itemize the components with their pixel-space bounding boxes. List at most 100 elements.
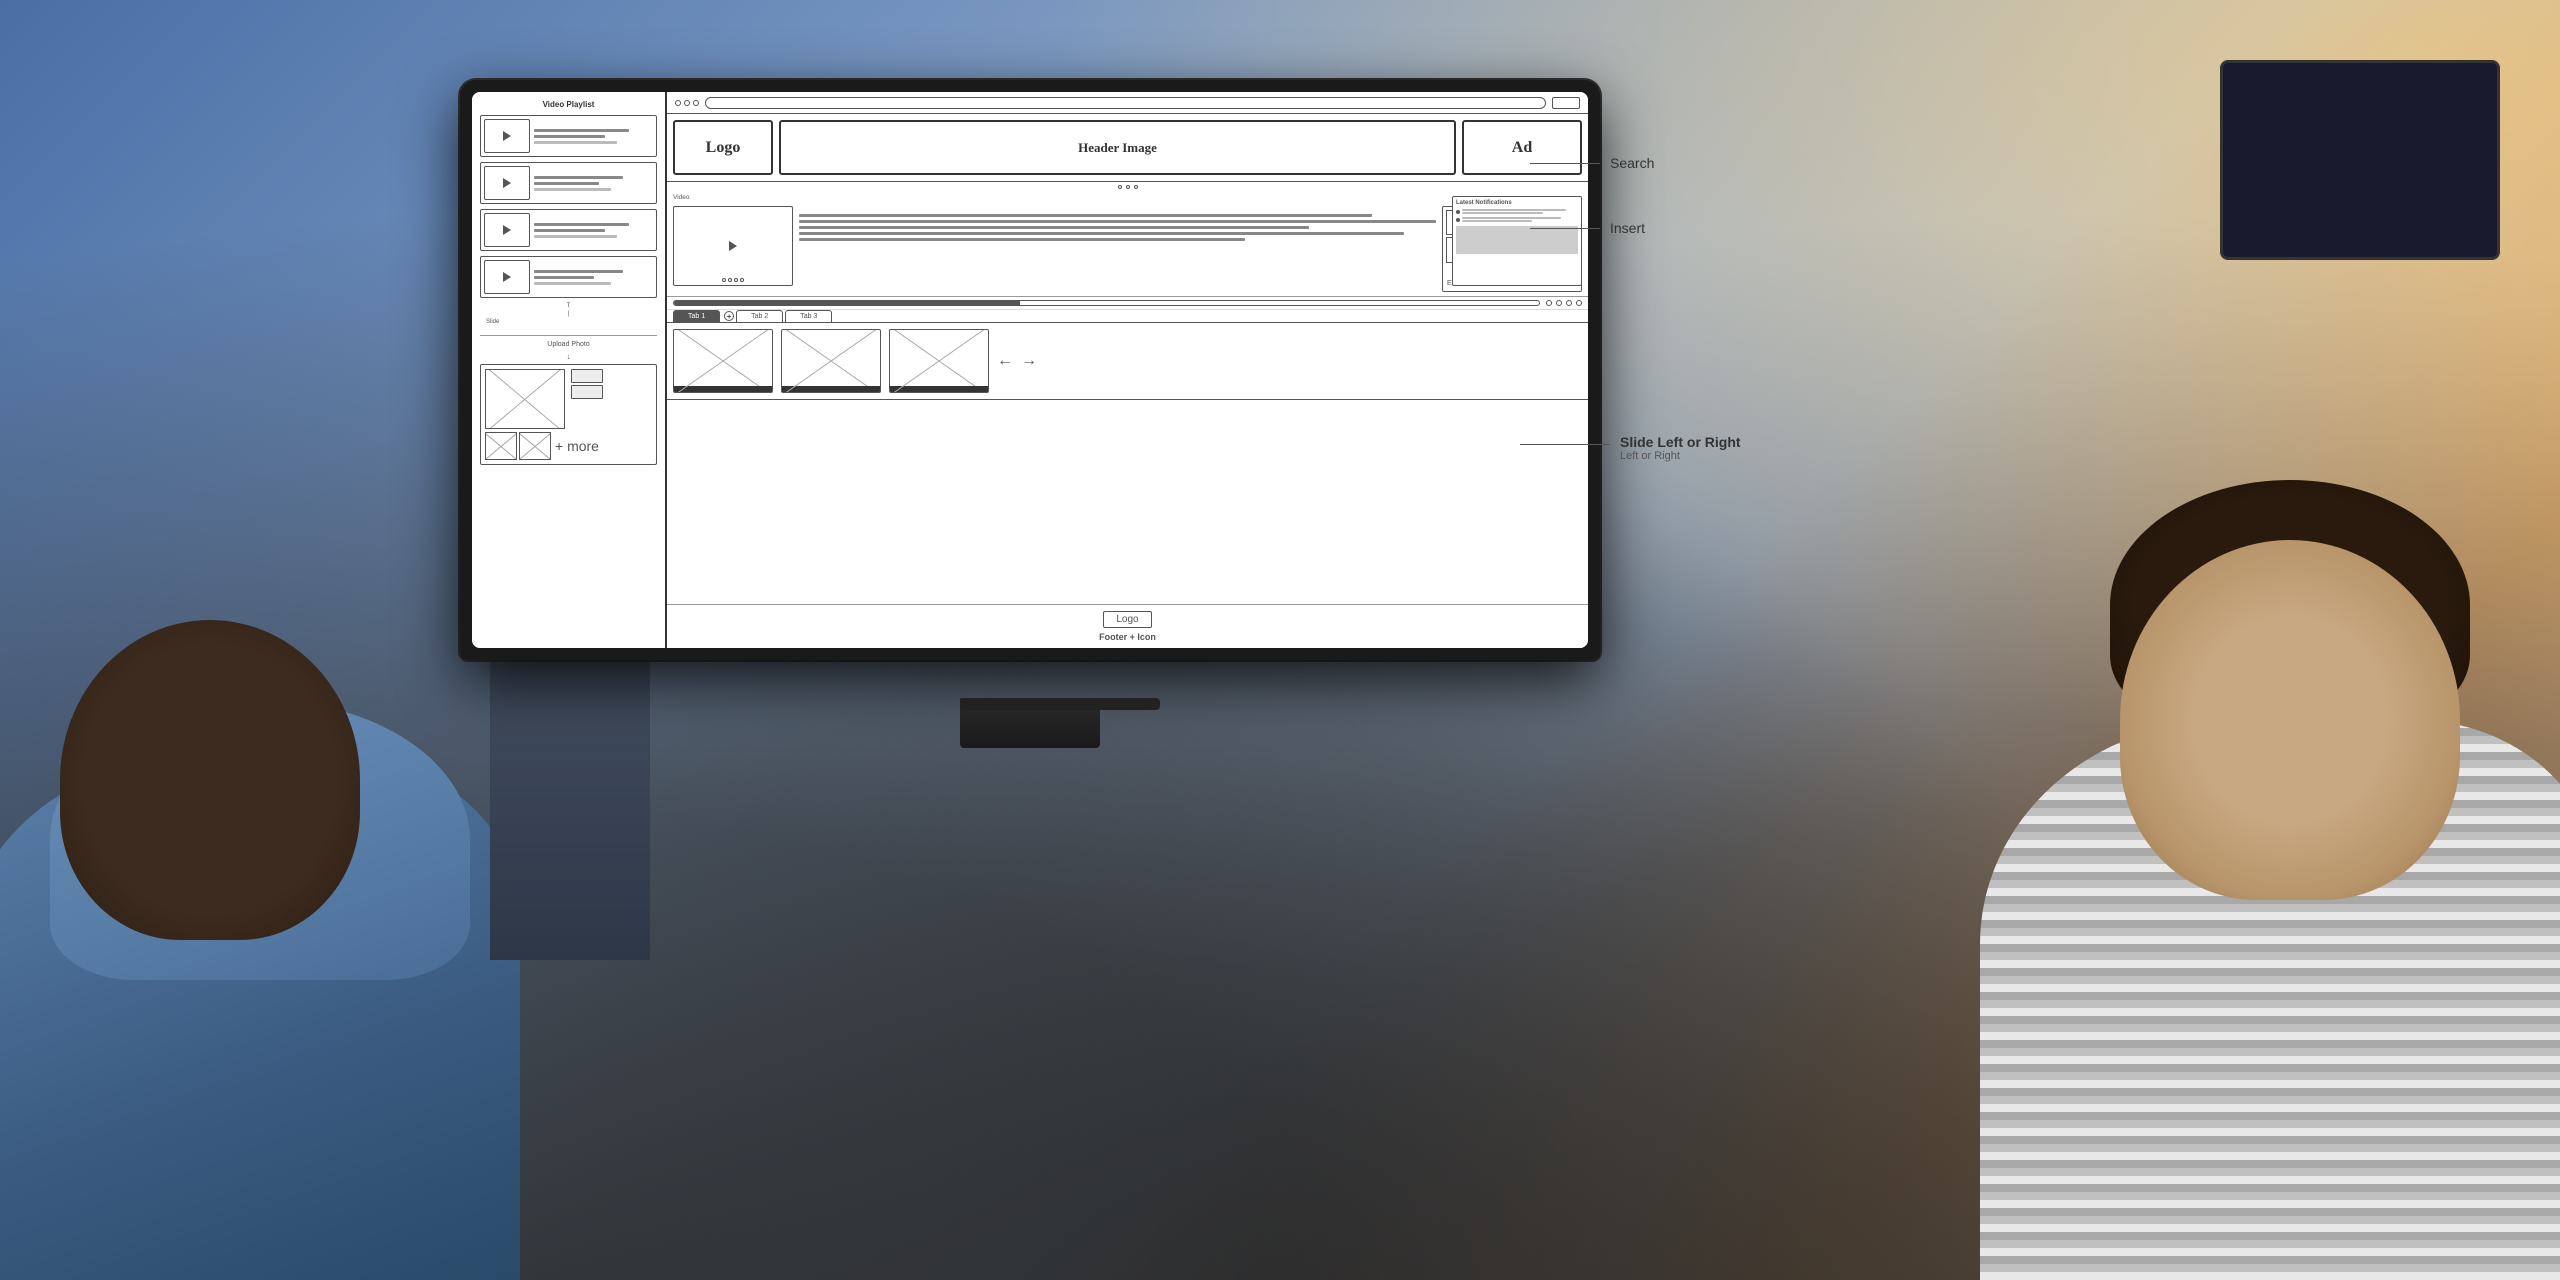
nav-dot[interactable] xyxy=(1566,300,1572,306)
browser-search-button[interactable] xyxy=(1552,97,1580,109)
carousel-dot[interactable] xyxy=(1126,185,1130,189)
upload-more-label[interactable]: + more xyxy=(555,438,599,454)
upload-thumb xyxy=(519,432,551,460)
video-thumbnail xyxy=(484,119,530,153)
browser-dots xyxy=(675,100,699,106)
upload-side-btn[interactable] xyxy=(571,385,603,399)
line xyxy=(534,270,623,273)
line xyxy=(534,276,594,279)
nav-dots xyxy=(1546,300,1582,306)
background-monitor xyxy=(2220,60,2500,260)
monitor-frame: Video Playlist xyxy=(460,80,1600,660)
line xyxy=(534,235,617,238)
desc-line xyxy=(799,220,1436,223)
gallery-prev-arrow[interactable]: ← xyxy=(997,352,1013,370)
monitor-screen: Video Playlist xyxy=(472,92,1588,648)
gallery-section: ← → xyxy=(667,323,1588,400)
header-image: Header Image xyxy=(779,120,1456,175)
gallery-caption xyxy=(674,386,772,392)
left-panel: Video Playlist xyxy=(472,92,667,648)
video-thumbnail xyxy=(484,260,530,294)
footer-logo: Logo xyxy=(1103,611,1151,628)
upload-main-image xyxy=(485,369,565,429)
progress-bar-row xyxy=(667,297,1588,310)
video-label: Video xyxy=(673,194,690,201)
video-info xyxy=(530,270,653,285)
tab-1[interactable]: Tab 1 xyxy=(673,310,720,322)
footer-text: Footer + Icon xyxy=(1099,632,1156,642)
footer-section: Logo Footer + Icon xyxy=(667,604,1588,648)
carousel-dot[interactable] xyxy=(1118,185,1122,189)
video-play-icon[interactable] xyxy=(729,241,739,251)
tab-add-button[interactable]: + xyxy=(724,311,734,321)
control-dot xyxy=(722,278,726,282)
progress-fill xyxy=(674,301,1020,305)
play-icon xyxy=(503,178,513,188)
tabs-section: Tab 1 + Tab 2 Tab 3 xyxy=(667,310,1588,323)
desc-line xyxy=(799,226,1309,229)
upload-side-controls xyxy=(571,369,603,429)
line xyxy=(534,229,605,232)
list-item[interactable] xyxy=(480,162,657,204)
video-info xyxy=(530,129,653,144)
gallery-item xyxy=(673,329,773,393)
play-icon xyxy=(503,225,513,235)
browser-dot-green xyxy=(693,100,699,106)
search-annotation: Search xyxy=(1610,155,1654,171)
notif-gray-block xyxy=(1456,226,1578,254)
insert-annotation: Insert xyxy=(1610,220,1645,236)
notif-line xyxy=(1462,220,1532,222)
gallery-navigation: ← → xyxy=(997,352,1037,370)
gallery-item xyxy=(889,329,989,393)
video-info xyxy=(530,176,653,191)
browser-dot-red xyxy=(675,100,681,106)
slide-annotation: Slide Left or Right Left or Right xyxy=(1620,434,1741,462)
slide-indicator-left: | xyxy=(480,311,657,317)
notification-item xyxy=(1456,209,1578,215)
nav-dot[interactable] xyxy=(1576,300,1582,306)
browser-dot-yellow xyxy=(684,100,690,106)
slide-sublabel: Left or Right xyxy=(1620,450,1741,462)
carousel-dot[interactable] xyxy=(1134,185,1138,189)
upload-title: Upload Photo xyxy=(480,341,657,348)
tabs-bar: Tab 1 + Tab 2 Tab 3 xyxy=(667,310,1588,322)
gallery-next-arrow[interactable]: → xyxy=(1021,352,1037,370)
nav-dot[interactable] xyxy=(1546,300,1552,306)
upload-section: Upload Photo ↓ xyxy=(480,335,657,465)
notif-bullet xyxy=(1456,218,1460,222)
desc-line xyxy=(799,238,1245,241)
line xyxy=(534,182,599,185)
line xyxy=(534,282,611,285)
notif-bullet xyxy=(1456,210,1460,214)
notif-content xyxy=(1462,217,1578,223)
tab-3[interactable]: Tab 3 xyxy=(785,310,832,322)
monitor-stand xyxy=(960,698,1100,748)
upload-area[interactable]: + more xyxy=(480,364,657,465)
upload-side-btn[interactable] xyxy=(571,369,603,383)
video-thumbnail xyxy=(484,166,530,200)
gallery-caption xyxy=(782,386,880,392)
line xyxy=(534,176,623,179)
tab-2[interactable]: Tab 2 xyxy=(736,310,783,322)
nav-dot[interactable] xyxy=(1556,300,1562,306)
header-logo: Logo xyxy=(673,120,773,175)
video-description xyxy=(799,206,1436,292)
right-panel: Logo Header Image Ad Video xyxy=(667,92,1588,648)
upload-arrow: ↓ xyxy=(480,352,657,361)
list-item[interactable] xyxy=(480,115,657,157)
list-item[interactable] xyxy=(480,209,657,251)
person-right xyxy=(1860,380,2560,1280)
list-item[interactable] xyxy=(480,256,657,298)
wireframe-content: Video Playlist xyxy=(472,92,1588,648)
monitor: Video Playlist xyxy=(460,80,1600,720)
notif-content xyxy=(1462,209,1578,215)
gallery-item xyxy=(781,329,881,393)
line xyxy=(534,129,629,132)
video-playlist-title: Video Playlist xyxy=(480,100,657,109)
video-section: Video xyxy=(667,192,1588,297)
slide-label: Slide Left or Right xyxy=(1620,434,1741,450)
video-player xyxy=(673,206,793,286)
progress-bar[interactable] xyxy=(673,300,1540,306)
header-section: Logo Header Image Ad xyxy=(667,114,1588,182)
url-bar[interactable] xyxy=(705,97,1546,109)
